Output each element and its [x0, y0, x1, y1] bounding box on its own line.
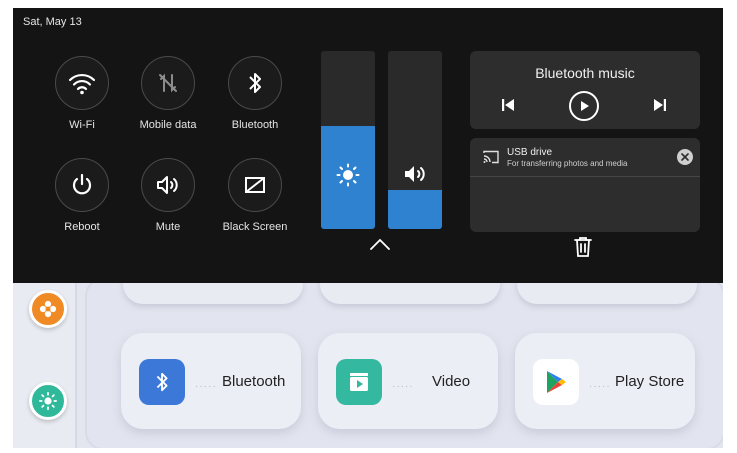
toggle-black-screen-button[interactable]: [228, 158, 282, 212]
notification-description: For transferring photos and media: [507, 159, 628, 168]
toggle-mute[interactable]: Mute: [123, 158, 213, 233]
play-store-app-icon: [533, 359, 579, 405]
app-label: Play Store: [615, 373, 685, 390]
volume-icon: [405, 166, 425, 182]
bluetooth-music-card: Bluetooth music: [470, 51, 700, 129]
brightness-slider[interactable]: [321, 51, 375, 229]
bluetooth-icon: [249, 73, 261, 93]
separator-dots: ·····: [392, 381, 414, 392]
usb-cast-icon: [483, 150, 499, 164]
video-app-icon: [336, 359, 382, 405]
quick-settings-panel: Sat, May 13 Wi-Fi Mobile data Bluetooth: [13, 8, 723, 283]
settings-shortcut-button[interactable]: [29, 290, 67, 328]
close-icon: [681, 153, 689, 161]
trash-icon: [574, 237, 592, 257]
toggle-label: Reboot: [64, 221, 100, 233]
chevron-up-icon: [370, 238, 390, 250]
wifi-icon: [68, 73, 96, 95]
speaker-icon: [157, 176, 178, 194]
play-button[interactable]: [569, 91, 599, 121]
previous-icon: [502, 99, 514, 111]
screen: ····· Bluetooth ····· Video ····· Play S…: [13, 8, 723, 448]
app-tile-bluetooth[interactable]: ····· Bluetooth: [121, 333, 301, 429]
screen-off-icon: [245, 177, 265, 193]
power-icon: [72, 173, 92, 195]
bluetooth-icon: [156, 372, 168, 392]
toggle-label: Mobile data: [139, 119, 197, 131]
notification-title: USB drive: [507, 147, 553, 158]
mobile-data-off-icon: [159, 73, 177, 93]
toggle-black-screen[interactable]: Black Screen: [210, 158, 300, 233]
toggle-mobile-data[interactable]: Mobile data: [123, 56, 213, 131]
app-label: Bluetooth: [222, 373, 286, 390]
next-button[interactable]: [650, 95, 670, 115]
toggle-reboot-button[interactable]: [55, 158, 109, 212]
clear-all-button[interactable]: [573, 236, 593, 263]
bluetooth-app-icon: [139, 359, 185, 405]
usb-notification-card[interactable]: USB drive For transferring photos and me…: [470, 138, 700, 232]
toggle-label: Mute: [155, 221, 181, 233]
notification-divider: [470, 176, 700, 177]
previous-button[interactable]: [498, 95, 518, 115]
toggle-label: Wi-Fi: [69, 119, 95, 131]
app-tile-play-store[interactable]: ····· Play Store: [515, 333, 695, 429]
toggle-wifi-button[interactable]: [55, 56, 109, 110]
next-icon: [654, 99, 666, 111]
collapse-chevron-button[interactable]: [368, 236, 392, 257]
video-icon: [350, 373, 368, 391]
toggle-mute-button[interactable]: [141, 158, 195, 212]
toggle-label: Bluetooth: [231, 119, 279, 131]
toggle-bluetooth[interactable]: Bluetooth: [210, 56, 300, 131]
date-label: Sat, May 13: [23, 16, 82, 28]
volume-slider-icon: [388, 163, 442, 185]
sun-icon: [39, 392, 57, 410]
dismiss-notification-button[interactable]: [677, 149, 693, 165]
music-title: Bluetooth music: [535, 65, 635, 81]
toggle-label: Black Screen: [222, 221, 288, 233]
toggle-bluetooth-button[interactable]: [228, 56, 282, 110]
toggle-mobile-data-button[interactable]: [141, 56, 195, 110]
volume-slider-fill: [388, 189, 442, 229]
play-store-icon: [547, 371, 566, 393]
toggle-wifi[interactable]: Wi-Fi: [37, 56, 127, 131]
app-label: Video: [432, 373, 471, 390]
brightness-shortcut-button[interactable]: [29, 382, 67, 420]
separator-dots: ·····: [195, 381, 217, 392]
sun-icon: [336, 163, 360, 187]
toggle-reboot[interactable]: Reboot: [37, 158, 127, 233]
brightness-slider-icon: [321, 163, 375, 187]
play-icon: [581, 101, 589, 111]
volume-slider[interactable]: [388, 51, 442, 229]
separator-dots: ·····: [589, 381, 611, 392]
flower-icon: [39, 300, 57, 318]
app-tile-video[interactable]: ····· Video: [318, 333, 498, 429]
